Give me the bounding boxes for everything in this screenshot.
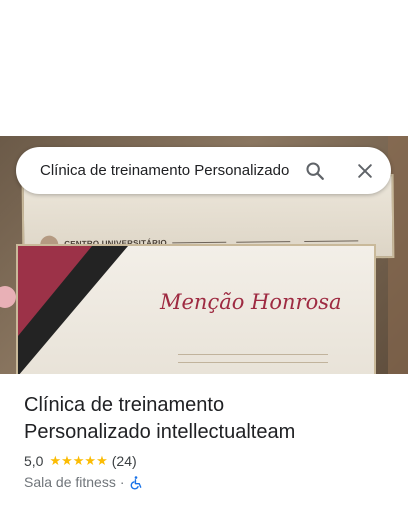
search-icon [306,162,324,180]
close-icon [358,164,372,178]
certificate-text-line [178,362,328,363]
separator-dot: · [119,474,125,490]
wheelchair-icon [130,475,141,489]
signature-line [236,241,291,243]
place-category: Sala de fitness [24,474,116,490]
category-row: Sala de fitness · [24,473,394,491]
place-name-line1: Clínica de treinamento [24,394,225,416]
close-button[interactable] [349,155,381,187]
search-button[interactable] [299,155,331,187]
rating-value: 5,0 [24,453,44,469]
signature-line [304,240,359,242]
place-name-line2: Personalizado intellectualteam [24,421,296,443]
place-info: Clínica de treinamento Personalizado int… [24,392,394,491]
star-rating-icon: ★★★★★ [49,453,108,468]
certificate-main: Menção Honrosa [16,244,376,374]
search-input[interactable]: Clínica de treinamento Personalizado int… [40,147,290,194]
review-count[interactable]: (24) [112,453,137,469]
place-name[interactable]: Clínica de treinamento Personalizado int… [24,392,394,446]
certificate-corner-red [18,246,92,336]
decorative-flower [0,286,16,308]
certificate-title: Menção Honrosa [160,290,342,314]
certificate-text-line [178,354,328,355]
rating-row[interactable]: 5,0 ★★★★★ (24) [24,452,394,470]
search-bar[interactable]: Clínica de treinamento Personalizado int… [16,147,391,194]
blank-header-area [0,0,408,136]
